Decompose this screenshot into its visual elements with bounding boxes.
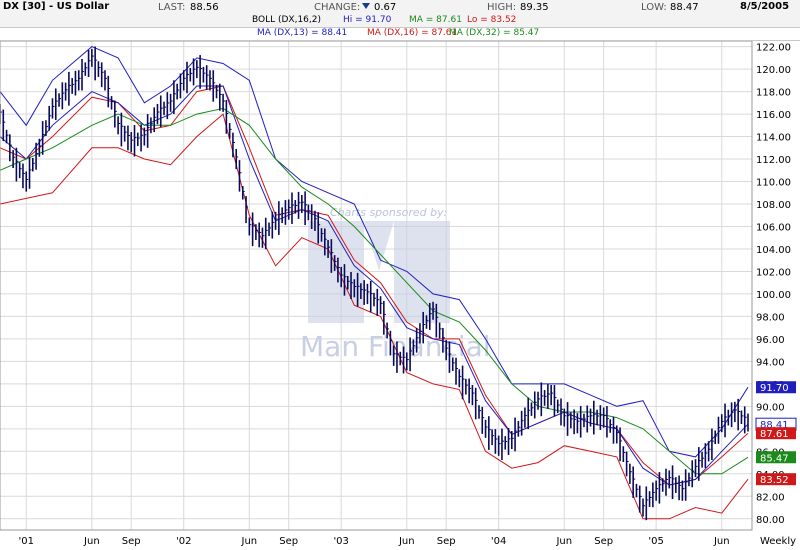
x-tick-label: Jun: [398, 536, 415, 547]
x-tick-label: '03: [333, 536, 348, 547]
x-tick-label: Jun: [713, 536, 730, 547]
series-group: [0, 46, 749, 520]
value-badge-label: 91.70: [760, 383, 789, 394]
frequency-label: Weekly: [760, 536, 796, 547]
y-tick-label: 112.00: [756, 155, 791, 166]
boll-lo: Lo = 83.52: [467, 15, 517, 25]
y-tick-label: 94.00: [756, 357, 785, 368]
ma32-line: [0, 107, 749, 475]
y-tick-label: 110.00: [756, 178, 791, 189]
y-tick-label: 106.00: [756, 222, 791, 233]
x-tick-label: '04: [491, 536, 506, 547]
x-tick-label: '05: [648, 536, 663, 547]
high-label: HIGH:: [487, 2, 517, 13]
x-tick-label: Jun: [555, 536, 572, 547]
ma16-legend: MA (DX,16) = 87.61: [367, 28, 458, 38]
price-chart: Charts sponsored by: Man Financial 80.00…: [0, 41, 797, 547]
x-tick-label: Jun: [83, 536, 100, 547]
watermark-logo-left: [308, 221, 364, 323]
y-tick-label: 98.00: [756, 312, 785, 323]
y-tick-label: 120.00: [756, 65, 791, 76]
change-label: CHANGE:: [314, 2, 361, 13]
sponsor-watermark: Charts sponsored by: Man Financial: [300, 206, 491, 363]
y-tick-label: 122.00: [756, 43, 791, 54]
low-value: 88.47: [670, 2, 699, 13]
y-tick-label: 114.00: [756, 133, 791, 144]
y-tick-label: 118.00: [756, 88, 791, 99]
y-tick-label: 82.00: [756, 492, 785, 503]
y-tick-label: 102.00: [756, 267, 791, 278]
y-tick-label: 100.00: [756, 290, 791, 301]
last-label: LAST:: [158, 2, 186, 13]
watermark-brand: Man Financial: [300, 330, 491, 363]
low-label: LOW:: [641, 2, 667, 13]
high-value: 89.35: [520, 2, 549, 13]
x-tick-label: '02: [176, 536, 191, 547]
boll-ma: MA = 87.61: [409, 15, 462, 25]
y-tick-label: 80.00: [756, 515, 785, 526]
chart-date: 8/5/2005: [740, 1, 790, 12]
grid: [0, 41, 752, 530]
moving-average-legend: MA (DX,13) = 88.41 MA (DX,16) = 87.61 MA…: [0, 28, 800, 41]
last-value: 88.56: [190, 2, 219, 13]
price-bars: [0, 46, 749, 521]
y-tick-label: 90.00: [756, 402, 785, 413]
quote-header: DX [30] - US Dollar LAST: 88.56 CHANGE: …: [0, 0, 800, 16]
ma13-line: [0, 85, 749, 486]
x-tick-label: Jun: [241, 536, 258, 547]
y-tick-label: 104.00: [756, 245, 791, 256]
change-value: 0.67: [374, 2, 397, 13]
chart-title: DX [30] - US Dollar: [3, 1, 110, 12]
bollinger-legend: BOLL (DX,16,2) Hi = 91.70 MA = 87.61 Lo …: [0, 15, 800, 28]
y-tick-label: 116.00: [756, 110, 791, 121]
value-badge-label: 85.47: [760, 453, 789, 464]
value-badge-label: 87.61: [760, 429, 789, 440]
ma32-legend: MA (DX,32) = 85.47: [449, 28, 540, 38]
x-tick-label: '01: [19, 536, 34, 547]
boll-hi: Hi = 91.70: [343, 15, 392, 25]
watermark-caption: Charts sponsored by:: [330, 206, 447, 219]
x-tick-label: Sep: [594, 536, 613, 547]
x-tick-label: Sep: [437, 536, 456, 547]
chart-window: DX [30] - US Dollar LAST: 88.56 CHANGE: …: [0, 0, 800, 550]
change-down-arrow-icon: [360, 1, 372, 12]
x-tick-label: Sep: [122, 536, 141, 547]
x-tick-label: Sep: [279, 536, 298, 547]
value-badge-label: 83.52: [760, 475, 789, 486]
ma16-line: [0, 85, 749, 486]
y-tick-label: 108.00: [756, 200, 791, 211]
watermark-logo-right: [394, 221, 450, 323]
boll-prefix: BOLL (DX,16,2): [252, 15, 322, 25]
ma13-legend: MA (DX,13) = 88.41: [257, 28, 348, 38]
y-tick-label: 96.00: [756, 335, 785, 346]
